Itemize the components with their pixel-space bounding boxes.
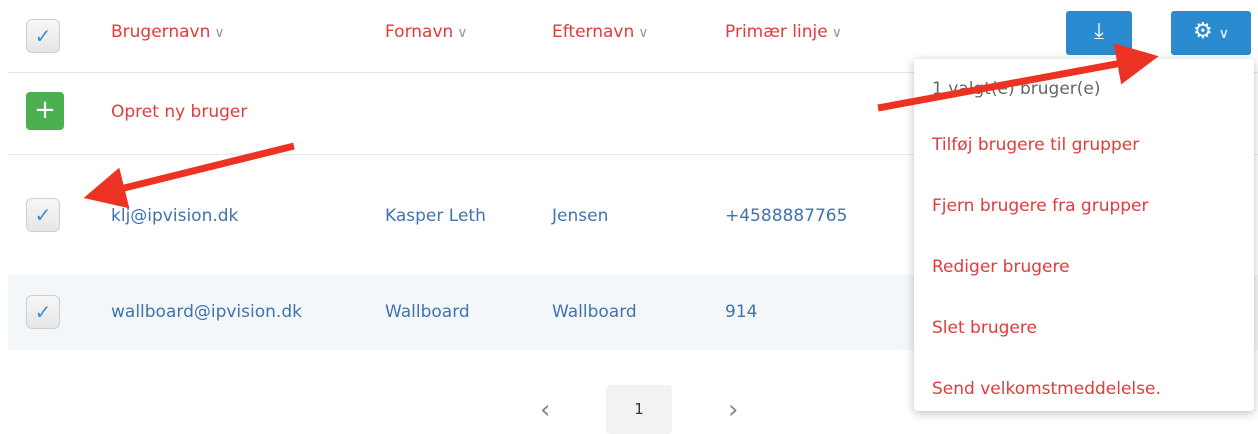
username-link[interactable]: wallboard@ipvision.dk <box>111 302 302 322</box>
lastname-cell[interactable]: Jensen <box>552 206 608 226</box>
page-number-button[interactable]: 1 <box>606 385 672 434</box>
menu-item-send-welcome[interactable]: Send velkomstmeddelelse. <box>932 379 1161 399</box>
chevron-right-icon[interactable]: › <box>728 395 738 425</box>
pagination: ‹ 1 › <box>540 385 770 434</box>
menu-item-remove-from-groups[interactable]: Fjern brugere fra grupper <box>932 196 1149 216</box>
plus-icon: + <box>34 95 56 125</box>
selection-count: 1 valgt(e) bruger(e) <box>932 79 1101 99</box>
download-icon: ⤓ <box>1094 19 1104 44</box>
column-header-label: Fornavn <box>385 22 454 42</box>
menu-item-add-to-groups[interactable]: Tilføj brugere til grupper <box>932 135 1139 155</box>
column-header-username[interactable]: Brugernavn ∨ <box>111 22 225 42</box>
menu-item-delete-users[interactable]: Slet brugere <box>932 318 1037 338</box>
download-button[interactable]: ⤓ <box>1066 11 1132 55</box>
menu-item-edit-users[interactable]: Rediger brugere <box>932 257 1070 277</box>
gear-icon: ⚙ <box>1193 19 1213 44</box>
primary-line-cell[interactable]: +4588887765 <box>725 206 847 226</box>
check-icon: ✓ <box>34 24 52 48</box>
column-header-label: Brugernavn <box>111 22 211 42</box>
chevron-left-icon[interactable]: ‹ <box>540 395 550 425</box>
bulk-actions-menu: 1 valgt(e) bruger(e) Tilføj brugere til … <box>914 59 1254 411</box>
chevron-down-icon: ∨ <box>457 25 468 41</box>
chevron-down-icon: ∨ <box>831 25 842 41</box>
settings-dropdown-button[interactable]: ⚙ ∨ <box>1171 11 1251 55</box>
check-icon: ✓ <box>34 300 52 324</box>
username-link[interactable]: klj@ipvision.dk <box>111 206 238 226</box>
column-header-label: Primær linje <box>725 22 828 42</box>
column-header-label: Efternavn <box>552 22 635 42</box>
chevron-down-icon: ∨ <box>638 25 649 41</box>
check-icon: ✓ <box>34 203 52 227</box>
chevron-down-icon: ∨ <box>214 25 225 41</box>
firstname-cell[interactable]: Wallboard <box>385 302 470 322</box>
column-header-firstname[interactable]: Fornavn ∨ <box>385 22 468 42</box>
column-header-primary-line[interactable]: Primær linje ∨ <box>725 22 842 42</box>
firstname-cell[interactable]: Kasper Leth <box>385 206 486 226</box>
row-checkbox[interactable]: ✓ <box>26 198 60 232</box>
primary-line-cell[interactable]: 914 <box>725 302 757 322</box>
select-all-checkbox[interactable]: ✓ <box>26 19 60 53</box>
lastname-cell[interactable]: Wallboard <box>552 302 637 322</box>
create-user-link[interactable]: Opret ny bruger <box>111 102 247 122</box>
row-checkbox[interactable]: ✓ <box>26 295 60 329</box>
column-header-lastname[interactable]: Efternavn ∨ <box>552 22 649 42</box>
chevron-down-icon: ∨ <box>1218 26 1229 42</box>
add-user-button[interactable]: + <box>26 92 64 130</box>
